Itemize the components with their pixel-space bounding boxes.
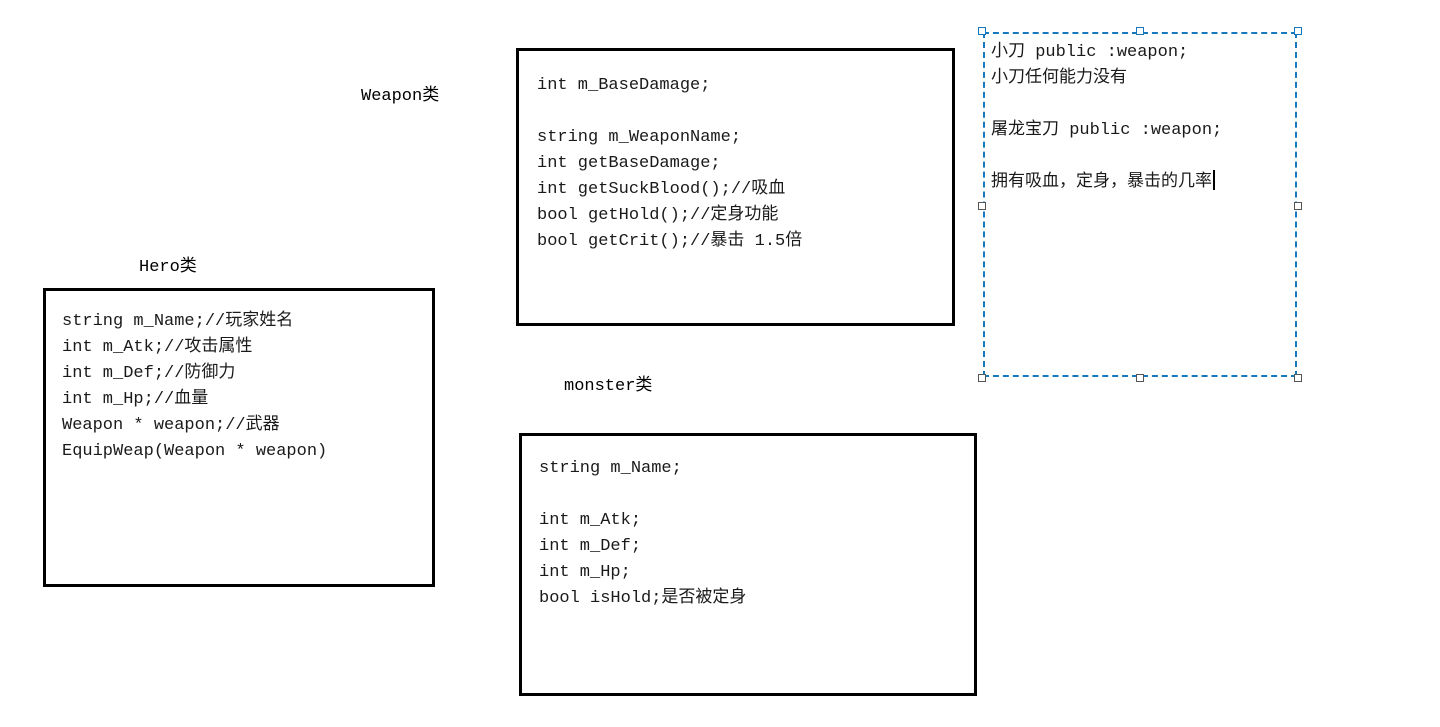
note-line-text: 拥有吸血，定身，暴击的几率 <box>991 173 1212 192</box>
code-line: int m_Def; <box>539 537 642 556</box>
code-line: bool isHold;是否被定身 <box>539 589 747 608</box>
note-line-blank <box>991 144 1289 170</box>
code-line: bool getCrit();//暴击 1.5倍 <box>537 232 803 251</box>
resize-handle-middle-right[interactable] <box>1294 202 1302 210</box>
note-line-with-caret: 拥有吸血，定身，暴击的几率 <box>991 170 1289 196</box>
note-line: 小刀 public :weapon; <box>991 43 1189 62</box>
resize-handle-top-center[interactable] <box>1136 27 1144 35</box>
code-line: Weapon * weapon;//武器 <box>62 416 280 435</box>
weapon-notes-text[interactable]: 小刀 public :weapon; 小刀任何能力没有 屠龙宝刀 public … <box>991 40 1289 196</box>
resize-handle-bottom-right[interactable] <box>1294 374 1302 382</box>
monster-class-label: monster类 <box>564 377 653 396</box>
code-line: int m_Atk;//攻击属性 <box>62 338 253 357</box>
resize-handle-bottom-left[interactable] <box>978 374 986 382</box>
resize-handle-bottom-center[interactable] <box>1136 374 1144 382</box>
hero-class-box[interactable]: string m_Name;//玩家姓名 int m_Atk;//攻击属性 in… <box>43 288 435 587</box>
code-line: int m_Hp;//血量 <box>62 390 209 409</box>
code-line: int m_Def;//防御力 <box>62 364 236 383</box>
resize-handle-top-left[interactable] <box>978 27 986 35</box>
weapon-class-body: int m_BaseDamage; string m_WeaponName; i… <box>519 51 952 255</box>
resize-handle-top-right[interactable] <box>1294 27 1302 35</box>
code-line: EquipWeap(Weapon * weapon) <box>62 442 328 461</box>
monster-class-box[interactable]: string m_Name; int m_Atk; int m_Def; int… <box>519 433 977 696</box>
note-line: 小刀任何能力没有 <box>991 69 1127 88</box>
hero-class-body: string m_Name;//玩家姓名 int m_Atk;//攻击属性 in… <box>46 291 432 465</box>
code-line: int m_Atk; <box>539 511 642 530</box>
code-line: int getBaseDamage; <box>537 154 721 173</box>
hero-class-label: Hero类 <box>139 258 197 277</box>
weapon-class-label: Weapon类 <box>361 87 440 106</box>
code-line: int getSuckBlood();//吸血 <box>537 180 786 199</box>
note-line-blank <box>991 92 1289 118</box>
code-line: bool getHold();//定身功能 <box>537 206 779 225</box>
code-line: string m_WeaponName; <box>537 128 742 147</box>
monster-class-body: string m_Name; int m_Atk; int m_Def; int… <box>522 436 974 612</box>
code-line: string m_Name; <box>539 459 682 478</box>
code-line: string m_Name;//玩家姓名 <box>62 312 294 331</box>
code-line: int m_Hp; <box>539 563 631 582</box>
diagram-canvas: Weapon类 int m_BaseDamage; string m_Weapo… <box>0 0 1440 727</box>
weapon-class-box[interactable]: int m_BaseDamage; string m_WeaponName; i… <box>516 48 955 326</box>
note-line: 屠龙宝刀 public :weapon; <box>991 121 1223 140</box>
weapon-notes-textbox[interactable]: 小刀 public :weapon; 小刀任何能力没有 屠龙宝刀 public … <box>978 27 1302 382</box>
code-line: int m_BaseDamage; <box>537 76 711 95</box>
text-caret <box>1213 170 1215 190</box>
resize-handle-middle-left[interactable] <box>978 202 986 210</box>
